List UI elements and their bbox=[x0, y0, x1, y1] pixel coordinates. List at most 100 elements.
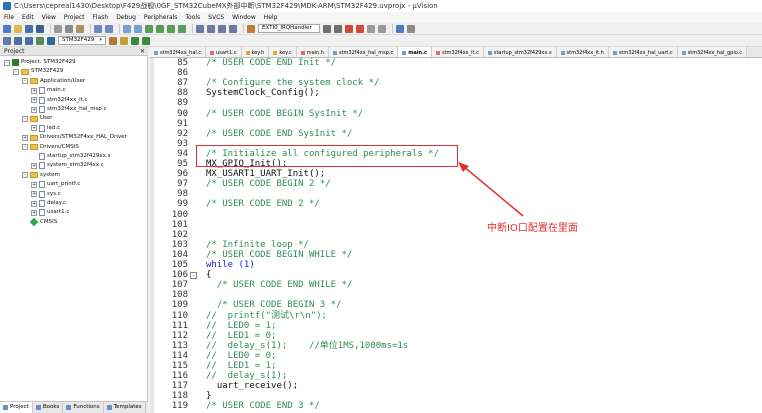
tab-templates[interactable]: Templates bbox=[104, 402, 146, 413]
configure-icon[interactable] bbox=[407, 24, 415, 33]
tree-file-item[interactable]: + sys.c bbox=[31, 190, 61, 199]
prev-bookmark-icon[interactable] bbox=[156, 24, 164, 33]
collapse-icon[interactable]: - bbox=[22, 78, 28, 85]
file-tab[interactable]: usart1.c bbox=[206, 47, 242, 57]
tab-functions[interactable]: Functions bbox=[63, 402, 104, 413]
file-tab[interactable]: startup_stm32f429xx.s bbox=[483, 47, 557, 57]
bookmark-icon[interactable] bbox=[145, 24, 153, 33]
clear-bookmarks-icon[interactable] bbox=[178, 24, 186, 33]
close-icon[interactable]: ✕ bbox=[140, 47, 145, 56]
file-tab[interactable]: main.c bbox=[398, 47, 432, 57]
expand-icon[interactable]: + bbox=[31, 106, 37, 113]
breakpoint-icon[interactable] bbox=[356, 24, 364, 33]
expand-icon[interactable]: + bbox=[31, 87, 37, 94]
save-all-icon[interactable] bbox=[36, 24, 44, 33]
new-file-icon[interactable] bbox=[3, 24, 11, 33]
batch-build-icon[interactable] bbox=[36, 36, 44, 45]
menu-file[interactable]: File bbox=[4, 14, 14, 21]
tree-file-item[interactable]: + delay.c bbox=[31, 199, 66, 208]
manage-rte-icon[interactable] bbox=[131, 36, 139, 45]
find-in-files-icon[interactable] bbox=[247, 24, 255, 33]
target-options-icon[interactable] bbox=[109, 36, 117, 45]
unindent-icon[interactable] bbox=[207, 24, 215, 33]
nav-forward-icon[interactable] bbox=[134, 24, 142, 33]
build-icon[interactable] bbox=[14, 36, 22, 45]
nav-back-icon[interactable] bbox=[123, 24, 131, 33]
tree-group-item[interactable]: - STM32F429 bbox=[13, 67, 63, 76]
file-tab[interactable]: main.h bbox=[296, 47, 329, 57]
expand-icon[interactable]: + bbox=[31, 200, 37, 207]
tab-books[interactable]: Books bbox=[33, 402, 64, 413]
menu-view[interactable]: View bbox=[42, 14, 56, 21]
menu-window[interactable]: Window bbox=[232, 14, 256, 21]
paste-icon[interactable] bbox=[76, 24, 84, 33]
tree-file-item[interactable]: + stm32f4xx_hal_msp.c bbox=[31, 105, 107, 114]
code-editor[interactable]: 85/* USER CODE END Init */86 87/* Configu… bbox=[150, 58, 762, 413]
tree-group-item[interactable]: CMSIS bbox=[22, 218, 57, 227]
file-tab[interactable]: stm32f4xx_hal_uart.c bbox=[608, 47, 678, 57]
collapse-icon[interactable]: - bbox=[13, 68, 19, 75]
collapse-icon[interactable]: - bbox=[4, 59, 10, 66]
menu-debug[interactable]: Debug bbox=[116, 14, 136, 21]
tree-file-item[interactable]: + usart1.c bbox=[31, 208, 69, 217]
expand-icon[interactable]: + bbox=[31, 191, 37, 198]
window-layout-icon[interactable] bbox=[396, 24, 404, 33]
tree-file-item[interactable]: startup_stm32f429xx.s bbox=[31, 152, 110, 161]
cut-icon[interactable] bbox=[54, 24, 62, 33]
pack-installer-icon[interactable] bbox=[142, 36, 150, 45]
tree-group-item[interactable]: - User bbox=[22, 114, 53, 123]
menu-tools[interactable]: Tools bbox=[185, 14, 200, 21]
collapse-icon[interactable]: - bbox=[22, 115, 28, 122]
translate-icon[interactable] bbox=[3, 36, 11, 45]
collapse-icon[interactable]: - bbox=[22, 144, 28, 151]
tree-file-item[interactable]: + stm32f4xx_it.c bbox=[31, 96, 88, 105]
tree-group-item[interactable]: - system bbox=[22, 171, 60, 180]
menu-edit[interactable]: Edit bbox=[22, 14, 34, 21]
redo-icon[interactable] bbox=[105, 24, 113, 33]
file-tab[interactable]: key.c bbox=[269, 47, 297, 57]
rebuild-icon[interactable] bbox=[25, 36, 33, 45]
open-file-icon[interactable] bbox=[14, 24, 22, 33]
collapse-icon[interactable]: - bbox=[22, 172, 28, 179]
file-tab[interactable]: stm32f4xx_hal_gpio.c bbox=[677, 47, 748, 57]
tree-group-item[interactable]: - Drivers/CMSIS bbox=[22, 143, 79, 152]
find-icon[interactable] bbox=[323, 24, 331, 33]
tree-group-item[interactable]: - Application/User bbox=[22, 77, 85, 86]
expand-icon[interactable]: + bbox=[31, 125, 37, 132]
file-tab[interactable]: stm32f4xx_hal_msp.c bbox=[328, 47, 399, 57]
fold-collapse-icon[interactable]: - bbox=[190, 272, 197, 280]
expand-icon[interactable]: + bbox=[22, 134, 28, 141]
tree-file-item[interactable]: + main.c bbox=[31, 86, 66, 95]
tab-project[interactable]: Project bbox=[0, 402, 33, 413]
find-combo[interactable]: EXTI0_IRQHandler bbox=[258, 24, 320, 33]
next-bookmark-icon[interactable] bbox=[167, 24, 175, 33]
tree-file-item[interactable]: + uart_printf.c bbox=[31, 180, 80, 189]
file-tab[interactable]: stm32f4xx_it.h bbox=[556, 47, 609, 57]
menu-peripherals[interactable]: Peripherals bbox=[144, 14, 177, 21]
expand-icon[interactable]: + bbox=[31, 162, 37, 169]
uncomment-icon[interactable] bbox=[229, 24, 237, 33]
save-icon[interactable] bbox=[25, 24, 33, 33]
tree-group-item[interactable]: - Project: STM32F429 bbox=[4, 58, 76, 67]
tree-file-item[interactable]: + led.c bbox=[31, 124, 60, 133]
incremental-find-icon[interactable] bbox=[334, 24, 342, 33]
comment-icon[interactable] bbox=[218, 24, 226, 33]
download-icon[interactable] bbox=[47, 36, 55, 45]
menu-flash[interactable]: Flash bbox=[92, 14, 108, 21]
menu-svcs[interactable]: SVCS bbox=[208, 14, 224, 21]
tree-file-item[interactable]: + system_stm32f4xx.c bbox=[31, 161, 104, 170]
kill-breakpoints-icon[interactable] bbox=[378, 24, 386, 33]
undo-icon[interactable] bbox=[94, 24, 102, 33]
indent-icon[interactable] bbox=[196, 24, 204, 33]
target-select[interactable]: STM32F429 ▾ bbox=[58, 36, 106, 45]
file-tab[interactable]: stm32f4xx_it.c bbox=[431, 47, 484, 57]
disable-breakpoint-icon[interactable] bbox=[367, 24, 375, 33]
menu-help[interactable]: Help bbox=[264, 14, 278, 21]
expand-icon[interactable]: + bbox=[31, 181, 37, 188]
debug-session-icon[interactable] bbox=[345, 24, 353, 33]
file-tab[interactable]: stm32f4xx_hal.c bbox=[150, 47, 207, 57]
expand-icon[interactable]: + bbox=[31, 97, 37, 104]
file-tab[interactable]: key.h bbox=[241, 47, 270, 57]
copy-icon[interactable] bbox=[65, 24, 73, 33]
menu-project[interactable]: Project bbox=[64, 14, 85, 21]
